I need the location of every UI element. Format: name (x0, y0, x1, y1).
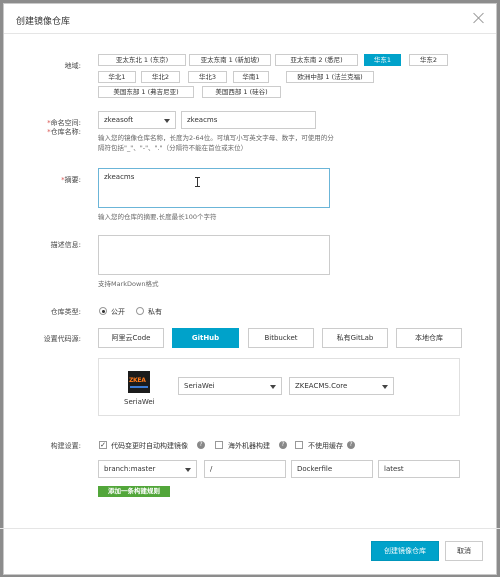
account-avatar: ZKEA (128, 371, 150, 393)
auto-build-checkbox[interactable]: ✓ (99, 441, 107, 449)
dialog-header: 创建镜像仓库 (4, 4, 496, 34)
chevron-down-icon (185, 468, 191, 472)
cancel-button[interactable]: 取消 (445, 541, 483, 561)
region-option[interactable]: 华东1 (364, 54, 401, 66)
add-build-rule-button[interactable]: 添加一条构建规则 (98, 486, 170, 497)
help-icon[interactable]: ? (197, 441, 205, 449)
region-option[interactable]: 华东2 (409, 54, 448, 66)
text-cursor-icon (195, 177, 201, 187)
source-bitbucket[interactable]: Bitbucket (248, 328, 314, 348)
repo-select-value: ZKEACMS.Core (295, 382, 348, 390)
dialog-title: 创建镜像仓库 (16, 17, 71, 27)
radio-public[interactable] (99, 307, 107, 315)
no-cache-label: 不使用缓存 (308, 442, 343, 450)
region-option[interactable]: 美国西部 1 (硅谷) (202, 86, 281, 98)
namespace-select[interactable]: zkeasoft (98, 111, 176, 129)
source-github[interactable]: GitHub (172, 328, 239, 348)
logo-bar (130, 386, 148, 388)
description-textarea[interactable] (98, 235, 330, 275)
radio-private-label: 私有 (148, 308, 162, 316)
chevron-down-icon (164, 119, 170, 123)
description-hint: 支持MarkDown格式 (98, 280, 159, 288)
repo-name-label: *仓库名称: (47, 128, 81, 136)
create-repo-button[interactable]: 创建镜像仓库 (371, 541, 439, 561)
branch-select-value: branch:master (104, 465, 156, 473)
chevron-down-icon (270, 385, 276, 389)
radio-private[interactable] (136, 307, 144, 315)
no-cache-checkbox[interactable] (295, 441, 303, 449)
help-icon[interactable]: ? (347, 441, 355, 449)
region-option[interactable]: 华北2 (141, 71, 180, 83)
auto-build-label: 代码变更时自动构建镜像 (111, 442, 188, 450)
summary-hint: 输入您的仓库的摘要,长度最长100个字符 (98, 213, 217, 221)
source-private-gitlab[interactable]: 私有GitLab (322, 328, 388, 348)
source-aliyun-code[interactable]: 阿里云Code (98, 328, 164, 348)
org-select-value: SeriaWei (184, 382, 215, 390)
region-option[interactable]: 华北1 (98, 71, 136, 83)
org-select[interactable]: SeriaWei (178, 377, 282, 395)
build-label: 构建设置: (50, 442, 81, 450)
region-option[interactable]: 华北3 (188, 71, 227, 83)
summary-label: *摘要: (61, 176, 81, 184)
help-icon[interactable]: ? (279, 441, 287, 449)
repo-type-label: 仓库类型: (50, 308, 81, 316)
namespace-value: zkeasoft (104, 116, 134, 124)
overseas-build-checkbox[interactable] (215, 441, 223, 449)
close-icon[interactable] (472, 11, 486, 25)
repo-name-hint: 输入您的镜像仓库名称，长度为2-64位。可填写小写英文字母、数字，可使用的分隔符… (98, 134, 334, 152)
region-option[interactable]: 欧洲中部 1 (法兰克福) (286, 71, 374, 83)
overseas-build-label: 海外机器构建 (228, 442, 270, 450)
account-logo-text: ZKEA (129, 377, 146, 384)
region-option[interactable]: 亚太东北 1 (东京) (98, 54, 186, 66)
region-option[interactable]: 美国东部 1 (弗吉尼亚) (98, 86, 194, 98)
branch-select[interactable]: branch:master (98, 460, 197, 478)
account-name: SeriaWei (124, 398, 155, 406)
region-option[interactable]: 亚太东南 2 (悉尼) (275, 54, 358, 66)
description-label: 描述信息: (50, 241, 81, 249)
code-source-label: 设置代码源: (43, 335, 81, 343)
source-local[interactable]: 本地仓库 (396, 328, 462, 348)
region-option[interactable]: 亚太东南 1 (新加坡) (189, 54, 271, 66)
dialog-footer (0, 528, 500, 529)
dockerfile-input[interactable]: Dockerfile (291, 460, 373, 478)
repo-name-input[interactable]: zkeacms (181, 111, 316, 129)
region-label: 地域: (64, 62, 81, 70)
region-option[interactable]: 华南1 (233, 71, 269, 83)
build-dir-input[interactable]: / (204, 460, 286, 478)
radio-public-label: 公开 (111, 308, 125, 316)
tag-input[interactable]: latest (378, 460, 460, 478)
summary-textarea[interactable]: zkeacms (98, 168, 330, 208)
repo-select[interactable]: ZKEACMS.Core (289, 377, 394, 395)
chevron-down-icon (382, 385, 388, 389)
